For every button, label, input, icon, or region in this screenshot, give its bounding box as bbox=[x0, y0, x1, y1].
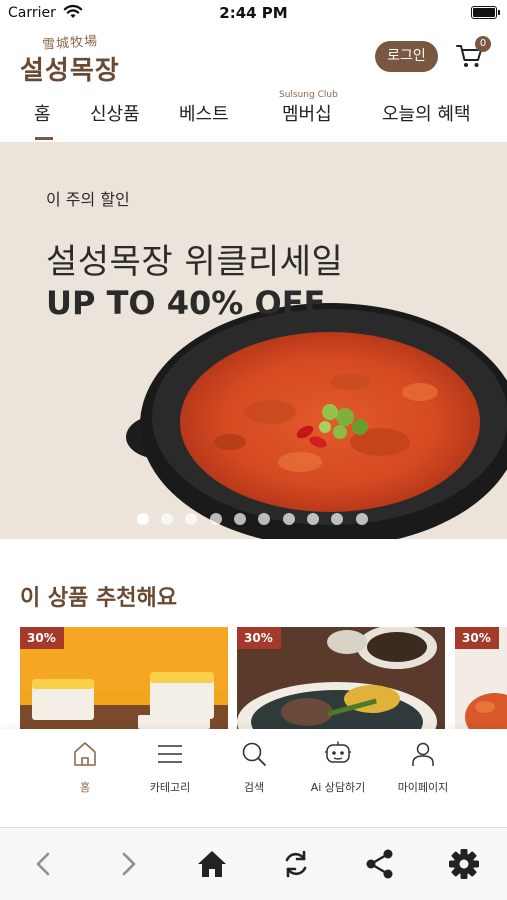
back-icon[interactable] bbox=[26, 846, 62, 882]
battery-icon bbox=[471, 6, 500, 19]
browser-toolbar bbox=[0, 827, 507, 900]
tab-membership[interactable]: 멤버십 bbox=[282, 100, 332, 126]
product-card[interactable]: 30% bbox=[237, 627, 445, 729]
carousel-dot[interactable] bbox=[307, 513, 319, 525]
carousel-dot[interactable] bbox=[137, 513, 149, 525]
carousel-dot[interactable] bbox=[161, 513, 173, 525]
app-header: 雪城牧場 설성목장 로그인 0 bbox=[0, 26, 507, 90]
home-outline-icon bbox=[74, 742, 96, 766]
discount-badge: 30% bbox=[237, 627, 281, 649]
home-icon[interactable] bbox=[194, 846, 230, 882]
bottom-tab-category[interactable]: 카테고리 bbox=[125, 739, 215, 795]
hero-banner[interactable]: 이 주의 할인 설성목장 위클리세일 UP TO 40% OFF bbox=[0, 142, 507, 539]
bottom-tab-label: 카테고리 bbox=[149, 781, 191, 794]
settings-icon[interactable] bbox=[446, 846, 482, 882]
logo-text: 설성목장 bbox=[20, 56, 120, 86]
tab-todays-benefit[interactable]: 오늘의 혜택 bbox=[382, 100, 471, 126]
bottom-tab-label: 마이페이지 bbox=[397, 781, 449, 794]
bottom-tab-label: 홈 bbox=[79, 781, 91, 794]
discount-badge: 30% bbox=[20, 627, 64, 649]
carousel-dot[interactable] bbox=[356, 513, 368, 525]
person-icon bbox=[412, 742, 434, 766]
recommend-section-title: 이 상품 추천해요 bbox=[20, 586, 177, 611]
carousel-dot[interactable] bbox=[210, 513, 222, 525]
carousel-dot[interactable] bbox=[234, 513, 246, 525]
bottom-tab-label: 검색 bbox=[243, 781, 265, 794]
bottom-tab-bar: 홈 카테고리 검색 Ai 상담하기 마이페이지 bbox=[0, 729, 507, 827]
tab-new-products[interactable]: 신상품 bbox=[90, 100, 140, 126]
bottom-tab-home[interactable]: 홈 bbox=[40, 739, 130, 795]
active-tab-indicator bbox=[35, 137, 53, 140]
menu-lines-icon bbox=[158, 745, 182, 763]
clock: 2:44 PM bbox=[219, 4, 288, 22]
discount-badge: 30% bbox=[455, 627, 499, 649]
hero-title: 설성목장 위클리세일 bbox=[46, 242, 344, 282]
hero-subtitle: 이 주의 할인 bbox=[46, 190, 130, 209]
recommended-products-carousel: 30% 30% 30% bbox=[0, 627, 507, 729]
carousel-dot[interactable] bbox=[283, 513, 295, 525]
forward-icon[interactable] bbox=[110, 846, 146, 882]
carousel-dot[interactable] bbox=[185, 513, 197, 525]
bottom-tab-mypage[interactable]: 마이페이지 bbox=[378, 739, 468, 795]
brand-logo[interactable]: 雪城牧場 설성목장 bbox=[20, 32, 130, 86]
ai-chat-icon bbox=[325, 741, 351, 763]
cart-button[interactable]: 0 bbox=[455, 36, 491, 71]
bottom-tab-search[interactable]: 검색 bbox=[209, 739, 299, 795]
refresh-icon[interactable] bbox=[278, 846, 314, 882]
search-icon bbox=[242, 742, 266, 766]
product-card[interactable]: 30% bbox=[20, 627, 228, 729]
hero-offer: UP TO 40% OFF bbox=[46, 284, 326, 322]
tab-membership-sublabel: Sulsung Club bbox=[279, 90, 338, 100]
bottom-tab-ai-chat[interactable]: Ai 상담하기 bbox=[293, 739, 383, 795]
carousel-dot[interactable] bbox=[258, 513, 270, 525]
tab-home[interactable]: 홈 bbox=[34, 100, 51, 126]
cart-count-badge: 0 bbox=[475, 36, 491, 52]
product-card[interactable]: 30% bbox=[455, 627, 507, 729]
tab-best[interactable]: 베스트 bbox=[179, 100, 229, 126]
main-nav-tabs: 홈 신상품 베스트 Sulsung Club 멤버십 오늘의 혜택 bbox=[0, 90, 507, 142]
share-icon[interactable] bbox=[362, 846, 398, 882]
status-bar: Carrier 2:44 PM bbox=[0, 0, 507, 26]
carousel-dot[interactable] bbox=[331, 513, 343, 525]
bottom-tab-label: Ai 상담하기 bbox=[310, 781, 366, 794]
login-button[interactable]: 로그인 bbox=[375, 41, 438, 72]
